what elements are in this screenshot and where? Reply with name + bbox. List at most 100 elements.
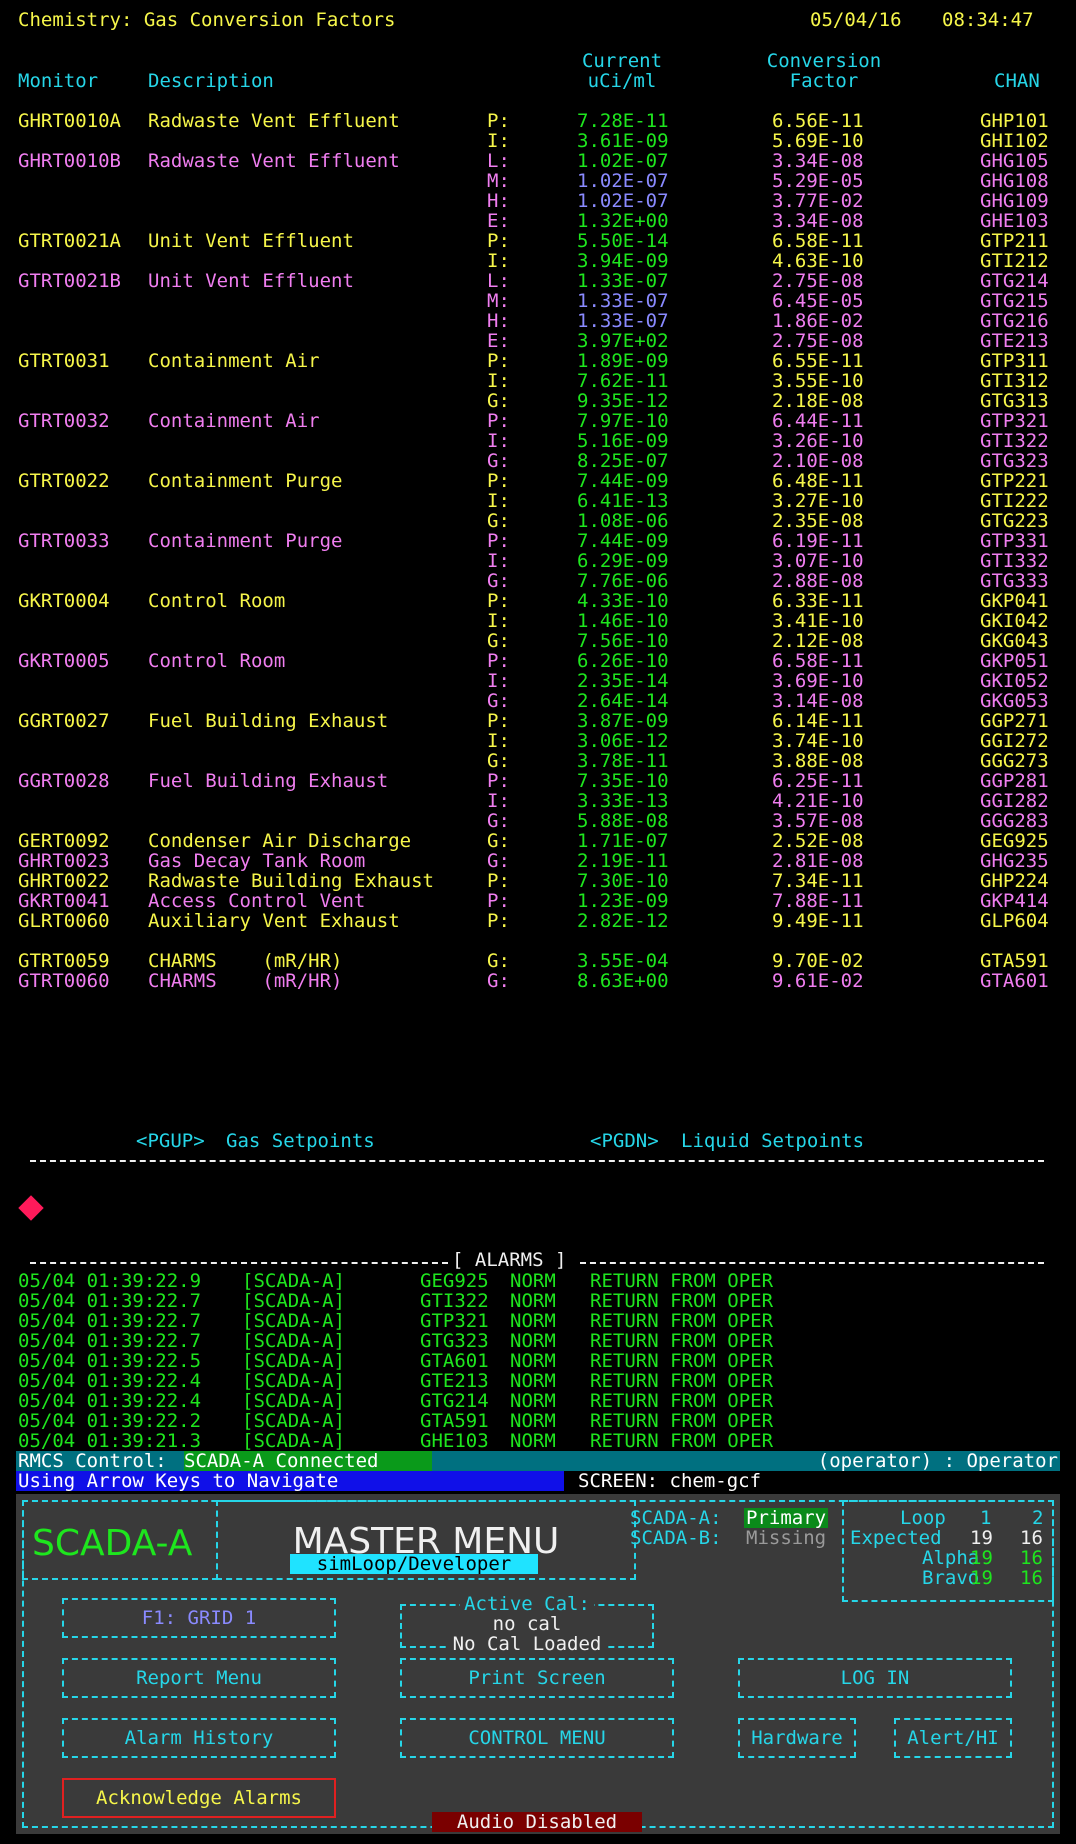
current-cell: 1.02E-07 [577, 150, 669, 172]
monitor-cell: GERT0092 [18, 830, 110, 852]
conversion-cell: 9.49E-11 [772, 910, 864, 932]
monitor-cell: GLRT0060 [18, 910, 110, 932]
conversion-cell: 2.18E-08 [772, 390, 864, 412]
type-cell: H: [487, 310, 510, 332]
current-cell: 1.33E-07 [577, 310, 669, 332]
chan-cell: GHE103 [980, 210, 1049, 232]
current-cell: 9.35E-12 [577, 390, 669, 412]
description-cell: Control Room [148, 650, 286, 672]
conversion-cell: 6.45E-05 [772, 290, 864, 312]
pgup-label[interactable]: Gas Setpoints [226, 1131, 375, 1151]
report-menu-button[interactable]: Report Menu [62, 1658, 336, 1698]
type-cell: L: [487, 270, 510, 292]
chan-cell: GTP321 [980, 410, 1049, 432]
control-menu-button[interactable]: CONTROL MENU [400, 1718, 674, 1758]
chan-cell: GTI332 [980, 550, 1049, 572]
rmcs-label: RMCS Control: [18, 1450, 167, 1472]
chan-cell: GHG105 [980, 150, 1049, 172]
type-cell: I: [487, 670, 510, 692]
current-cell: 5.16E-09 [577, 430, 669, 452]
pgdn-key[interactable]: <PGDN> [590, 1131, 659, 1151]
table-row: GLRT0060 Auxiliary Vent Exhaust P: 2.82E-12… [0, 911, 1076, 931]
chan-cell: GTI212 [980, 250, 1049, 272]
f1-grid-button[interactable]: F1: GRID 1 [62, 1598, 336, 1638]
chan-cell: GHG109 [980, 190, 1049, 212]
type-cell: P: [487, 530, 510, 552]
current-cell: 7.76E-06 [577, 570, 669, 592]
pgup-key[interactable]: <PGUP> [136, 1131, 205, 1151]
description-cell: Radwaste Building Exhaust [148, 870, 434, 892]
navigation-hint: Using Arrow Keys to Navigate [16, 1471, 564, 1491]
type-cell: G: [487, 630, 510, 652]
chan-cell: GHG108 [980, 170, 1049, 192]
chan-cell: GKP051 [980, 650, 1049, 672]
table-row: H: 1.02E-07 3.77E-02 GHG109 [0, 191, 1076, 211]
monitor-cell: GTRT0060 [18, 970, 110, 992]
alarm-message: RETURN FROM OPER [590, 1290, 774, 1312]
column-header-monitor: Monitor [18, 70, 99, 92]
alarm-timestamp: 05/04 01:39:21.3 [18, 1430, 202, 1452]
header-time: 08:34:47 [942, 9, 1034, 31]
chan-cell: GTP211 [980, 230, 1049, 252]
type-cell: H: [487, 190, 510, 212]
conversion-cell: 3.14E-08 [772, 690, 864, 712]
alarm-channel: GTG214 [420, 1390, 489, 1412]
type-cell: P: [487, 650, 510, 672]
alarm-message: RETURN FROM OPER [590, 1390, 774, 1412]
type-cell: P: [487, 470, 510, 492]
monitor-cell: GKRT0041 [18, 890, 110, 912]
conversion-cell: 6.56E-11 [772, 110, 864, 132]
acknowledge-alarms-button[interactable]: Acknowledge Alarms [62, 1778, 336, 1818]
table-row: I: 3.33E-13 4.21E-10 GGI282 [0, 791, 1076, 811]
description-cell: Unit Vent Effluent [148, 230, 354, 252]
table-row: GTRT0032 Containment Air P: 7.97E-10 6.44E-1… [0, 411, 1076, 431]
type-cell: I: [487, 790, 510, 812]
print-screen-button[interactable]: Print Screen [400, 1658, 674, 1698]
conversion-cell: 3.26E-10 [772, 430, 864, 452]
pgdn-label[interactable]: Liquid Setpoints [681, 1131, 864, 1151]
log-in-button[interactable]: LOG IN [738, 1658, 1012, 1698]
conversion-cell: 6.33E-11 [772, 590, 864, 612]
type-cell: G: [487, 570, 510, 592]
current-cell: 8.63E+00 [577, 970, 669, 992]
alarm-timestamp: 05/04 01:39:22.7 [18, 1310, 202, 1332]
table-row: I: 2.35E-14 3.69E-10 GKI052 [0, 671, 1076, 691]
conversion-cell: 3.69E-10 [772, 670, 864, 692]
type-cell: I: [487, 130, 510, 152]
header-date: 05/04/16 [810, 9, 902, 31]
chan-cell: GGI282 [980, 790, 1049, 812]
type-cell: G: [487, 450, 510, 472]
chan-cell: GGI272 [980, 730, 1049, 752]
table-row: G: 7.56E-10 2.12E-08 GKG043 [0, 631, 1076, 651]
table-row: I: 1.46E-10 3.41E-10 GKI042 [0, 611, 1076, 631]
type-cell: E: [487, 330, 510, 352]
chan-cell: GKI042 [980, 610, 1049, 632]
alert-hi-button[interactable]: Alert/HI [894, 1718, 1012, 1758]
chan-cell: GTG214 [980, 270, 1049, 292]
type-cell: P: [487, 710, 510, 732]
alarms-separator-right [580, 1262, 1044, 1264]
alarm-history-button[interactable]: Alarm History [62, 1718, 336, 1758]
type-cell: P: [487, 890, 510, 912]
table-row: M: 1.33E-07 6.45E-05 GTG215 [0, 291, 1076, 311]
alarm-row: 05/04 01:39:22.9 [SCADA-A] GEG925 NORM RETUR… [18, 1271, 1058, 1291]
alarm-row: 05/04 01:39:22.7 [SCADA-A] GTP321 NORM RETUR… [18, 1311, 1058, 1331]
chan-cell: GTG313 [980, 390, 1049, 412]
alarm-channel: GTE213 [420, 1370, 489, 1392]
alarm-source: [SCADA-A] [242, 1350, 345, 1372]
current-cell: 5.50E-14 [577, 230, 669, 252]
alarm-timestamp: 05/04 01:39:22.4 [18, 1390, 202, 1412]
alarm-state: NORM [510, 1330, 556, 1352]
current-cell: 1.33E-07 [577, 270, 669, 292]
conversion-cell: 6.19E-11 [772, 530, 864, 552]
current-cell: 7.62E-11 [577, 370, 669, 392]
table-row: G: 3.78E-11 3.88E-08 GGG273 [0, 751, 1076, 771]
alarm-timestamp: 05/04 01:39:22.7 [18, 1330, 202, 1352]
conversion-cell: 3.74E-10 [772, 730, 864, 752]
current-cell: 1.08E-06 [577, 510, 669, 532]
hardware-button[interactable]: Hardware [738, 1718, 856, 1758]
chan-cell: GLP604 [980, 910, 1049, 932]
table-row: GTRT0060 CHARMS (mR/HR) G: 8.63E+00 9.61E-02… [0, 971, 1076, 991]
monitor-cell: GGRT0028 [18, 770, 110, 792]
table-row: GHRT0023 Gas Decay Tank Room G: 2.19E-11 2.8… [0, 851, 1076, 871]
